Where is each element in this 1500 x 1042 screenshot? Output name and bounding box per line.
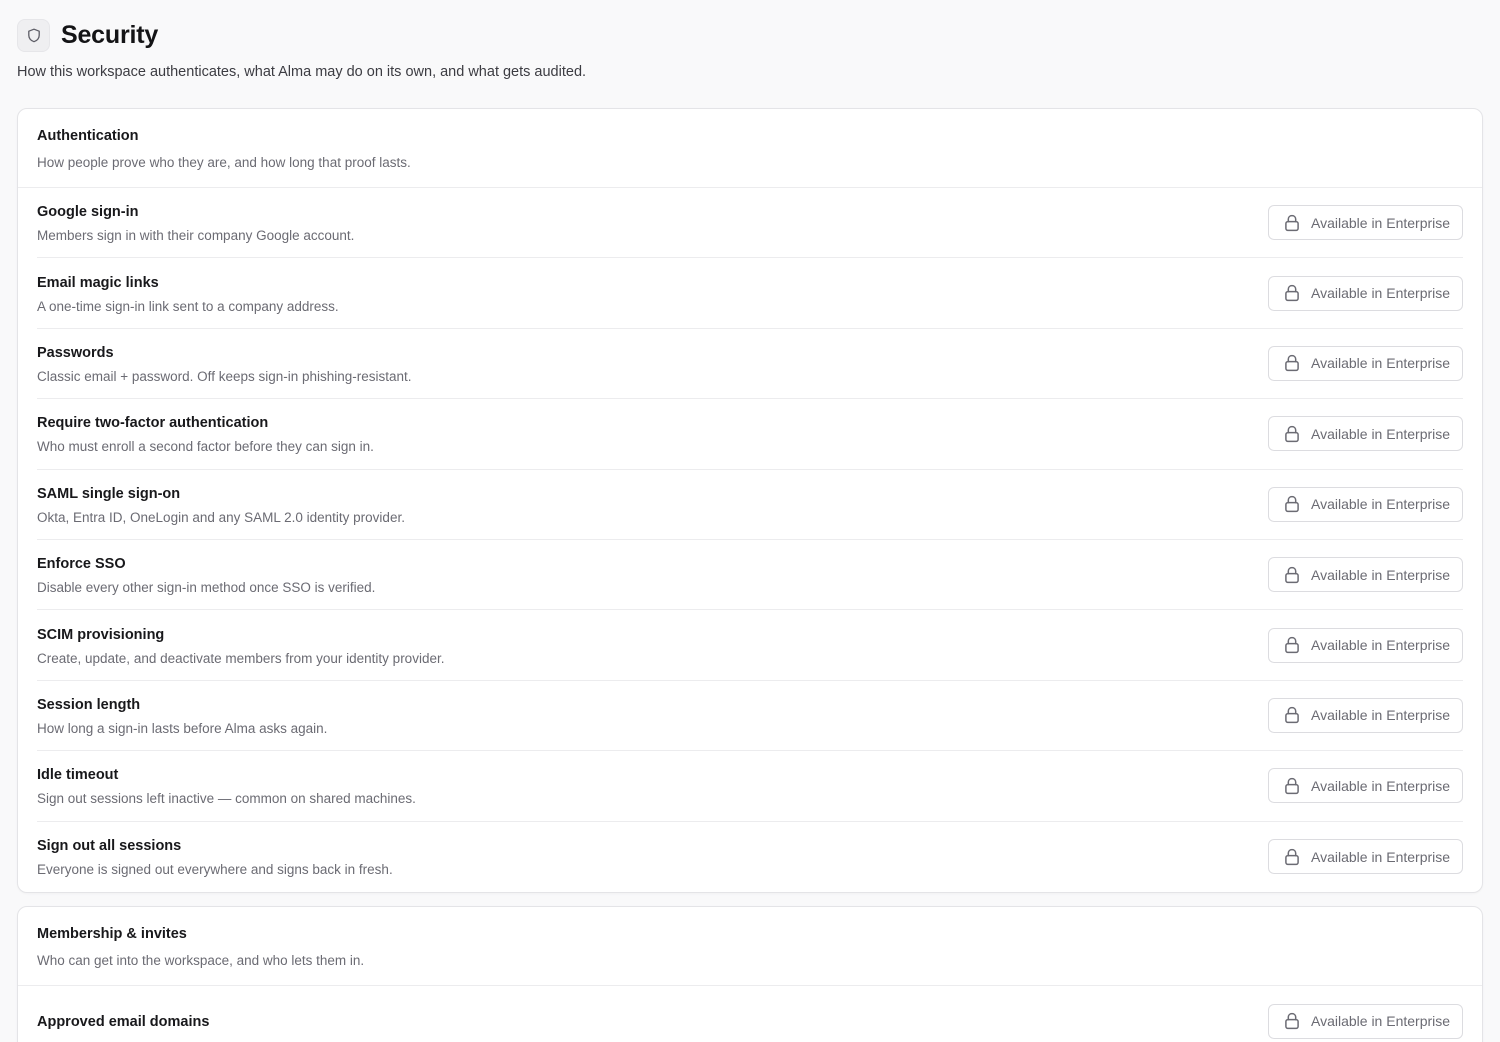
enterprise-badge-label: Available in Enterprise (1311, 566, 1451, 583)
lock-icon (1284, 848, 1300, 866)
setting-text: Sign out all sessions Everyone is signed … (37, 836, 393, 877)
enterprise-upgrade-button[interactable]: Available in Enterprise (1268, 557, 1463, 593)
setting-description: Who must enroll a second factor before t… (37, 439, 374, 455)
enterprise-badge-label: Available in Enterprise (1311, 425, 1451, 442)
setting-row-require-two-factor-authentication: Require two-factor authentication Who mus… (37, 399, 1463, 470)
setting-description: Okta, Entra ID, OneLogin and any SAML 2.… (37, 509, 405, 525)
setting-text: Google sign-in Members sign in with their… (37, 202, 354, 243)
settings-card-membership-and-invites: Membership & invites Who can get into the… (17, 905, 1483, 1042)
setting-description: Members sign in with their company Googl… (37, 228, 355, 244)
enterprise-badge-label: Available in Enterprise (1311, 285, 1451, 302)
setting-description: A one-time sign-in link sent to a compan… (37, 298, 339, 314)
setting-title: Email magic links (37, 274, 159, 291)
setting-title: Require two-factor authentication (37, 415, 269, 432)
setting-row-session-length: Session length How long a sign-in lasts b… (37, 681, 1463, 752)
settings-list: Approved email domains Available in Enter… (18, 986, 1482, 1042)
card-header: Authentication How people prove who they … (18, 109, 1482, 188)
enterprise-upgrade-button[interactable]: Available in Enterprise (1268, 275, 1463, 311)
setting-title: Enforce SSO (37, 556, 126, 573)
lock-icon (1284, 636, 1300, 654)
setting-description: Disable every other sign-in method once … (37, 580, 376, 596)
lock-icon (1284, 1012, 1300, 1030)
enterprise-upgrade-button[interactable]: Available in Enterprise (1268, 345, 1463, 381)
setting-text: Approved email domains (37, 1012, 209, 1030)
setting-row-approved-email-domains: Approved email domains Available in Enter… (37, 986, 1463, 1042)
setting-title: SAML single sign-on (37, 485, 181, 502)
lock-icon (1284, 566, 1300, 584)
setting-title: Passwords (37, 344, 114, 361)
setting-title: Google sign-in (37, 204, 139, 221)
page-header: Security (17, 18, 1483, 52)
enterprise-upgrade-button[interactable]: Available in Enterprise (1268, 205, 1463, 241)
setting-text: Idle timeout Sign out sessions left inact… (37, 765, 416, 806)
setting-text: Email magic links A one-time sign-in link… (37, 273, 339, 314)
setting-row-idle-timeout: Idle timeout Sign out sessions left inact… (37, 751, 1463, 822)
setting-row-saml-single-sign-on: SAML single sign-on Okta, Entra ID, OneLo… (37, 470, 1463, 540)
setting-title: Sign out all sessions (37, 838, 182, 855)
enterprise-upgrade-button[interactable]: Available in Enterprise (1268, 768, 1463, 804)
lock-icon (1284, 425, 1300, 443)
enterprise-badge-label: Available in Enterprise (1311, 496, 1451, 513)
setting-row-enforce-sso: Enforce SSO Disable every other sign-in m… (37, 540, 1463, 611)
section-title: Membership & invites (37, 925, 187, 942)
lock-icon (1284, 354, 1300, 372)
lock-icon (1284, 284, 1300, 302)
enterprise-upgrade-button[interactable]: Available in Enterprise (1268, 416, 1463, 452)
setting-row-scim-provisioning: SCIM provisioning Create, update, and dea… (37, 610, 1463, 681)
enterprise-upgrade-button[interactable]: Available in Enterprise (1268, 627, 1463, 663)
enterprise-upgrade-button[interactable]: Available in Enterprise (1268, 1003, 1463, 1039)
setting-description: How long a sign-in lasts before Alma ask… (37, 720, 328, 736)
enterprise-badge-label: Available in Enterprise (1311, 355, 1451, 372)
setting-text: SCIM provisioning Create, update, and dea… (37, 625, 444, 666)
enterprise-upgrade-button[interactable]: Available in Enterprise (1268, 486, 1463, 522)
settings-card-authentication: Authentication How people prove who they … (17, 108, 1483, 893)
setting-title: Approved email domains (37, 1014, 210, 1031)
setting-title: Idle timeout (37, 767, 119, 784)
enterprise-upgrade-button[interactable]: Available in Enterprise (1268, 839, 1463, 875)
setting-text: Enforce SSO Disable every other sign-in m… (37, 554, 375, 595)
lock-icon (1284, 706, 1300, 724)
enterprise-badge-label: Available in Enterprise (1311, 848, 1451, 865)
setting-description: Everyone is signed out everywhere and si… (37, 862, 393, 878)
enterprise-badge-label: Available in Enterprise (1311, 1013, 1451, 1030)
enterprise-upgrade-button[interactable]: Available in Enterprise (1268, 697, 1463, 733)
security-settings-page: Security How this workspace authenticate… (0, 0, 1500, 1042)
page-subtitle: How this workspace authenticates, what A… (17, 64, 587, 80)
setting-title: SCIM provisioning (37, 626, 165, 643)
section-title: Authentication (37, 128, 139, 144)
setting-row-email-magic-links: Email magic links A one-time sign-in link… (37, 258, 1463, 329)
setting-row-sign-out-all-sessions: Sign out all sessions Everyone is signed … (37, 822, 1463, 892)
setting-text: Passwords Classic email + password. Off k… (37, 343, 412, 384)
enterprise-badge-label: Available in Enterprise (1311, 214, 1451, 231)
page-title: Security (61, 20, 159, 49)
lock-icon (1284, 214, 1300, 232)
setting-text: SAML single sign-on Okta, Entra ID, OneLo… (37, 484, 405, 525)
section-description: Who can get into the workspace, and who … (37, 952, 365, 968)
setting-text: Require two-factor authentication Who mus… (37, 413, 374, 454)
setting-title: Session length (37, 696, 141, 713)
lock-icon (1284, 777, 1300, 795)
setting-row-passwords: Passwords Classic email + password. Off k… (37, 329, 1463, 400)
lock-icon (1284, 495, 1300, 513)
setting-text: Session length How long a sign-in lasts b… (37, 695, 327, 736)
card-header: Membership & invites Who can get into the… (18, 907, 1482, 986)
section-description: How people prove who they are, and how l… (37, 155, 411, 170)
enterprise-badge-label: Available in Enterprise (1311, 637, 1451, 654)
settings-list: Google sign-in Members sign in with their… (18, 188, 1482, 892)
enterprise-badge-label: Available in Enterprise (1311, 707, 1451, 724)
setting-description: Create, update, and deactivate members f… (37, 650, 445, 666)
enterprise-badge-label: Available in Enterprise (1311, 777, 1451, 794)
setting-description: Classic email + password. Off keeps sign… (37, 368, 412, 384)
setting-row-google-sign-in: Google sign-in Members sign in with their… (37, 188, 1463, 259)
setting-description: Sign out sessions left inactive — common… (37, 791, 416, 807)
shield-icon (17, 18, 50, 52)
